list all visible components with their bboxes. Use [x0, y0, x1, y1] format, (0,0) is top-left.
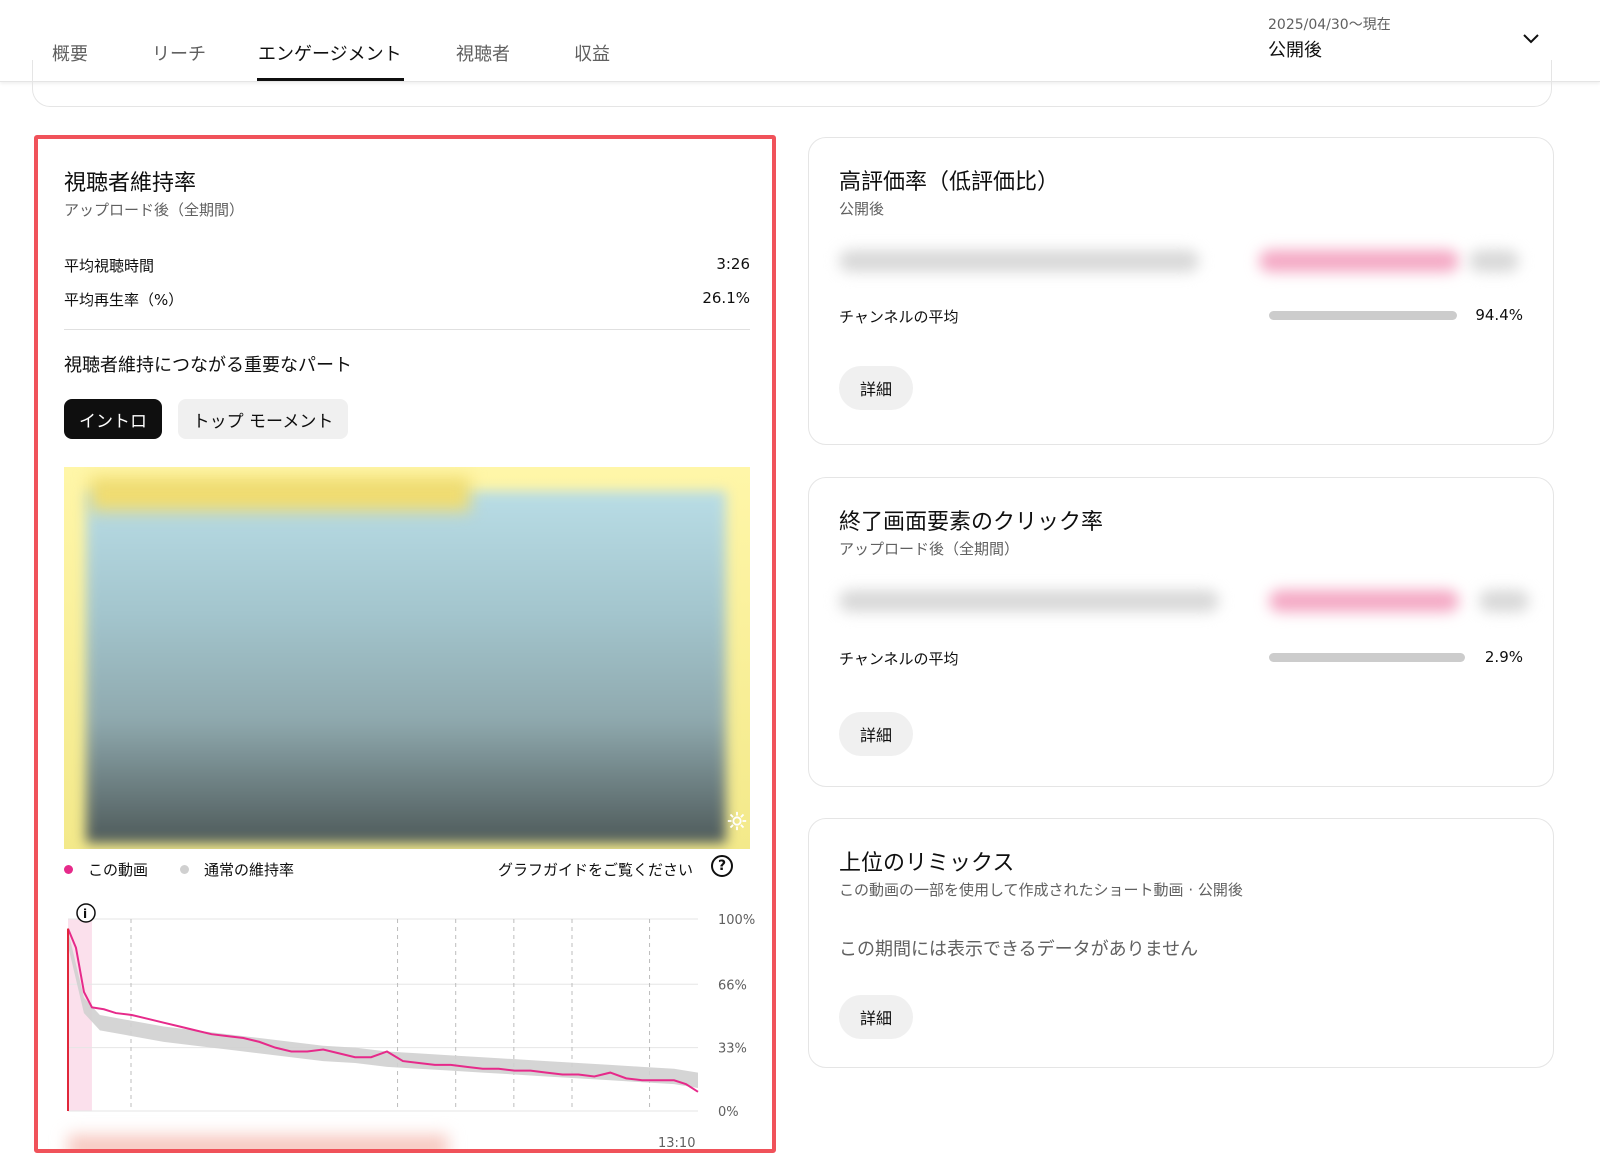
- endscreen-channel-avg-value: 2.9%: [1484, 648, 1523, 666]
- avg-view-duration-label: 平均視聴時間: [64, 257, 155, 275]
- likes-blurred-row: [839, 250, 1519, 280]
- key-moments-title: 視聴者維持につながる重要なパート: [64, 355, 352, 376]
- likes-title: 高評価率（低評価比）: [839, 170, 1060, 195]
- x-tick-label: 13:10: [658, 1136, 695, 1149]
- date-range-text[interactable]: 2025/04/30〜現在: [1268, 14, 1391, 34]
- endscreen-title: 終了画面要素のクリック率: [839, 510, 1104, 535]
- legend-typical-dot: [180, 865, 189, 874]
- remix-empty-message: この期間には表示できるデータがありません: [839, 939, 1199, 960]
- remix-details-button[interactable]: 詳細: [839, 995, 913, 1039]
- legend-this-video-dot: [64, 865, 73, 874]
- remix-title: 上位のリミックス: [839, 851, 1015, 876]
- likes-channel-avg-label: チャンネルの平均: [839, 308, 959, 326]
- retention-chart[interactable]: 100% 66% 33% 0% i 13:10: [58, 899, 758, 1149]
- likes-card: 高評価率（低評価比） 公開後 チャンネルの平均 94.4% 詳細: [808, 137, 1554, 445]
- avg-view-duration-value: 3:26: [716, 255, 750, 273]
- avg-percent-viewed-value: 26.1%: [702, 289, 750, 307]
- blurred-footer: [68, 1135, 448, 1149]
- y-tick-label: 100%: [718, 913, 755, 928]
- endscreen-blurred-row: [839, 590, 1529, 620]
- remix-card: 上位のリミックス この動画の一部を使用して作成されたショート動画 · 公開後 こ…: [808, 818, 1554, 1068]
- endscreen-details-button[interactable]: 詳細: [839, 712, 913, 756]
- likes-channel-avg-bar: [1269, 311, 1457, 320]
- divider: [64, 329, 750, 330]
- retention-title: 視聴者維持率: [64, 171, 197, 196]
- likes-subtitle: 公開後: [839, 200, 885, 218]
- likes-channel-avg-value: 94.4%: [1475, 306, 1523, 324]
- likes-details-button[interactable]: 詳細: [839, 366, 913, 410]
- chevron-down-icon[interactable]: [1520, 28, 1542, 50]
- endscreen-subtitle: アップロード後（全期間）: [839, 540, 1020, 558]
- video-caption-blurred: [90, 477, 470, 511]
- y-tick-label: 66%: [718, 978, 747, 993]
- graph-guide-link[interactable]: グラフガイドをご覧ください: [498, 859, 693, 880]
- endscreen-channel-avg-label: チャンネルの平均: [839, 650, 959, 668]
- legend-this-video: この動画: [88, 861, 149, 879]
- help-icon[interactable]: ?: [711, 855, 733, 877]
- retention-subtitle: アップロード後（全期間）: [64, 201, 245, 219]
- audience-retention-card: 視聴者維持率 アップロード後（全期間） 平均視聴時間 3:26 平均再生率（%）…: [34, 135, 776, 1153]
- avg-percent-viewed-label: 平均再生率（%）: [64, 291, 184, 309]
- typical-retention-band: [68, 930, 698, 1088]
- endscreen-card: 終了画面要素のクリック率 アップロード後（全期間） チャンネルの平均 2.9% …: [808, 477, 1554, 787]
- video-thumbnail: [64, 467, 750, 849]
- chip-top-moments[interactable]: トップ モーメント: [178, 399, 348, 439]
- endscreen-channel-avg-bar: [1269, 653, 1465, 662]
- remix-subtitle: この動画の一部を使用して作成されたショート動画 · 公開後: [839, 881, 1243, 899]
- info-icon: i: [83, 907, 87, 921]
- gear-icon[interactable]: [726, 810, 748, 832]
- legend-typical: 通常の維持率: [204, 861, 295, 879]
- chip-intro[interactable]: イントロ: [64, 399, 162, 439]
- y-tick-label: 0%: [718, 1105, 739, 1120]
- video-frame-blurred: [86, 491, 726, 843]
- y-tick-label: 33%: [718, 1042, 747, 1057]
- period-label[interactable]: 公開後: [1268, 36, 1322, 62]
- previous-card-edge: [32, 60, 1552, 107]
